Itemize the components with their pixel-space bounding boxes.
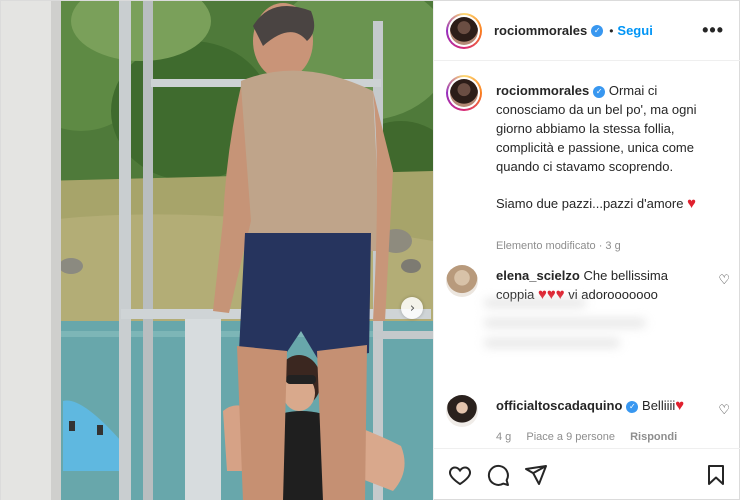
post-photo[interactable]: › <box>1 1 433 500</box>
caption-body: rociommorales ✓ Ormai ci conosciamo da un… <box>496 81 726 213</box>
instagram-post: › rociommorales ✓ • Segui ••• rociommora… <box>0 0 740 500</box>
reply-button[interactable]: Rispondi <box>630 431 677 443</box>
commenter-username[interactable]: elena_scielzo <box>496 268 580 283</box>
comment-like-heart-icon[interactable]: ♡ <box>718 403 730 418</box>
blurred-comment <box>484 299 654 369</box>
caption-avatar[interactable] <box>446 75 482 111</box>
post-side-panel: rociommorales ✓ • Segui ••• rociommorale… <box>433 1 740 500</box>
heart-icon[interactable] <box>448 463 472 487</box>
commenter-avatar[interactable] <box>446 265 478 297</box>
share-icon[interactable] <box>524 463 548 487</box>
photo-illustration <box>1 1 433 500</box>
author-username[interactable]: rociommorales <box>494 23 587 38</box>
follow-button[interactable]: Segui <box>617 23 652 38</box>
chevron-right-icon: › <box>409 300 416 316</box>
commenter-username[interactable]: officialtoscadaquino <box>496 398 622 413</box>
caption-meta: Elemento modificato · 3 g <box>496 240 621 252</box>
comment-time: 4 g <box>496 431 512 443</box>
verified-badge-icon: ✓ <box>626 400 639 413</box>
post-actions-bar <box>434 448 740 500</box>
comment-text: Belliiii <box>642 398 676 413</box>
commenter-avatar[interactable] <box>446 395 478 427</box>
more-options-icon[interactable]: ••• <box>702 21 724 39</box>
caption-text-2: Siamo due pazzi...pazzi d'amore <box>496 196 684 211</box>
caption-username[interactable]: rociommorales <box>496 83 589 98</box>
comment-icon[interactable] <box>486 463 510 487</box>
post-header: rociommorales ✓ • Segui ••• <box>434 1 740 61</box>
verified-badge-icon: ✓ <box>593 85 606 98</box>
author-avatar[interactable] <box>446 12 482 49</box>
bookmark-icon[interactable] <box>704 463 728 487</box>
red-heart-emoji-icon: ♥ <box>675 397 685 414</box>
comment-like-heart-icon[interactable]: ♡ <box>718 273 730 288</box>
comment-meta: 4 g Piace a 9 persone Rispondi <box>496 431 689 443</box>
red-heart-emoji-icon: ♥ <box>687 195 696 212</box>
comment-body: officialtoscadaquino ✓ Belliiii♥ <box>496 396 706 415</box>
comment-likes-count[interactable]: Piace a 9 persone <box>526 431 615 443</box>
comments-feed[interactable]: rociommorales ✓ Ormai ci conosciamo da un… <box>434 61 740 448</box>
verified-badge-icon: ✓ <box>591 24 604 37</box>
header-separator: • <box>609 23 614 38</box>
carousel-next-button[interactable]: › <box>401 297 423 319</box>
